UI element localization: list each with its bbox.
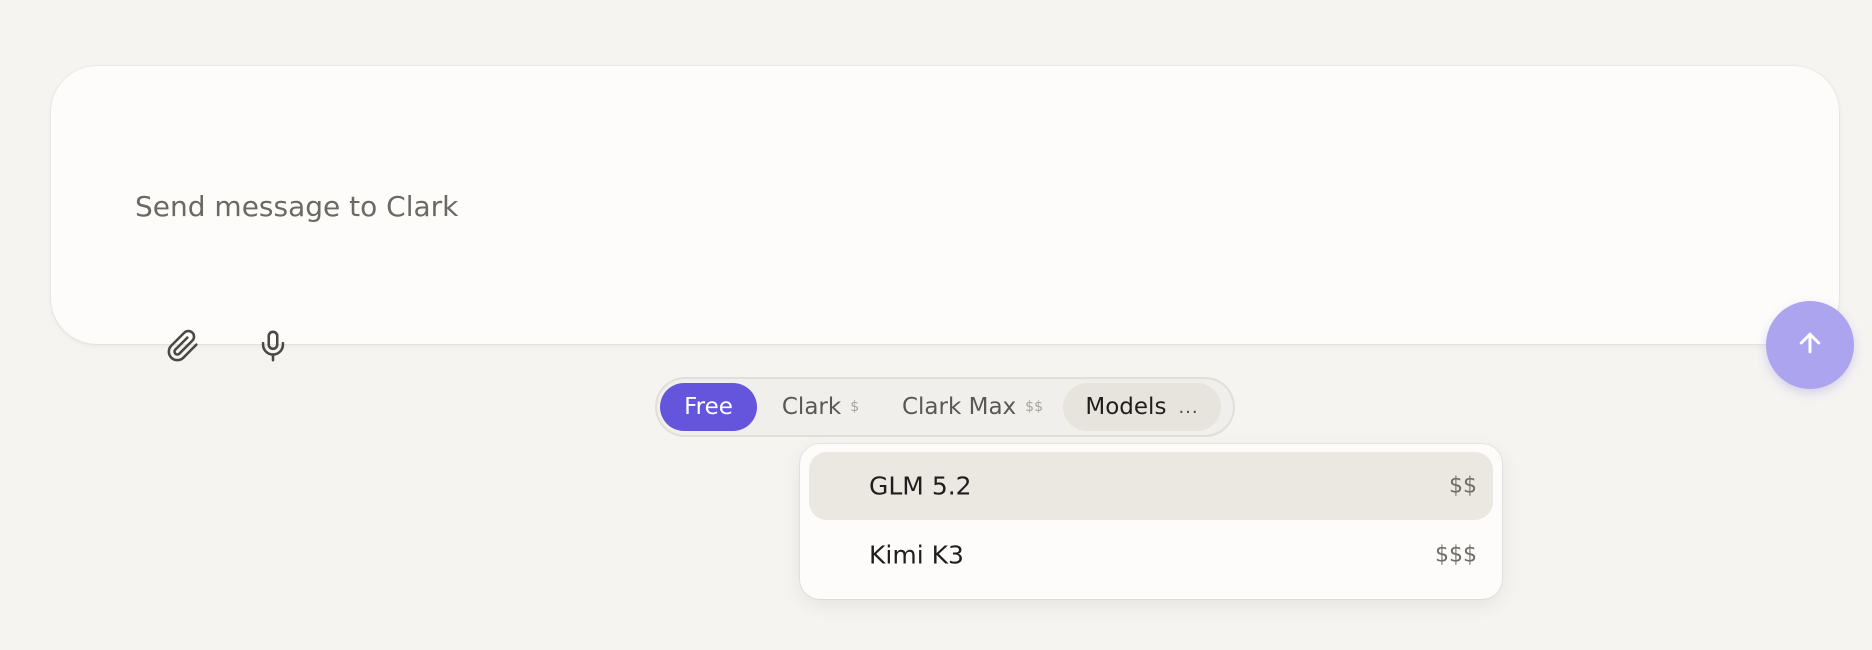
mode-models-label: Models <box>1085 394 1167 420</box>
arrow-up-icon <box>1795 328 1825 362</box>
mode-models-button[interactable]: Models ... <box>1063 383 1221 431</box>
attach-button[interactable] <box>155 318 211 374</box>
paperclip-icon <box>166 329 200 363</box>
mode-clark-label: Clark <box>781 394 842 420</box>
model-option-name: Kimi K3 <box>869 540 964 570</box>
microphone-button[interactable] <box>245 318 301 374</box>
mode-free-label: Free <box>684 394 733 420</box>
send-button[interactable] <box>1766 301 1854 389</box>
model-option-glm[interactable]: GLM 5.2 $$ <box>809 452 1493 520</box>
mode-clark-button[interactable]: Clark $ <box>757 383 884 431</box>
microphone-icon <box>256 329 290 363</box>
mode-clark-max-price: $$ <box>1025 399 1043 415</box>
models-dropdown: GLM 5.2 $$ Kimi K3 $$$ <box>800 444 1502 599</box>
more-icon: ... <box>1178 396 1199 418</box>
mode-selector: Free Clark $ Clark Max $$ Models ... <box>655 377 1235 437</box>
mode-clark-max-button[interactable]: Clark Max $$ <box>884 383 1061 431</box>
model-option-cost: $$ <box>1449 473 1477 499</box>
model-option-cost: $$$ <box>1435 542 1477 568</box>
mode-free-button[interactable]: Free <box>660 383 757 431</box>
model-option-name: GLM 5.2 <box>869 471 972 501</box>
message-composer <box>51 66 1854 389</box>
message-input[interactable] <box>135 190 1535 223</box>
model-option-kimi[interactable]: Kimi K3 $$$ <box>809 521 1493 589</box>
mode-clark-price: $ <box>850 399 860 415</box>
mode-clark-max-label: Clark Max <box>901 394 1017 420</box>
